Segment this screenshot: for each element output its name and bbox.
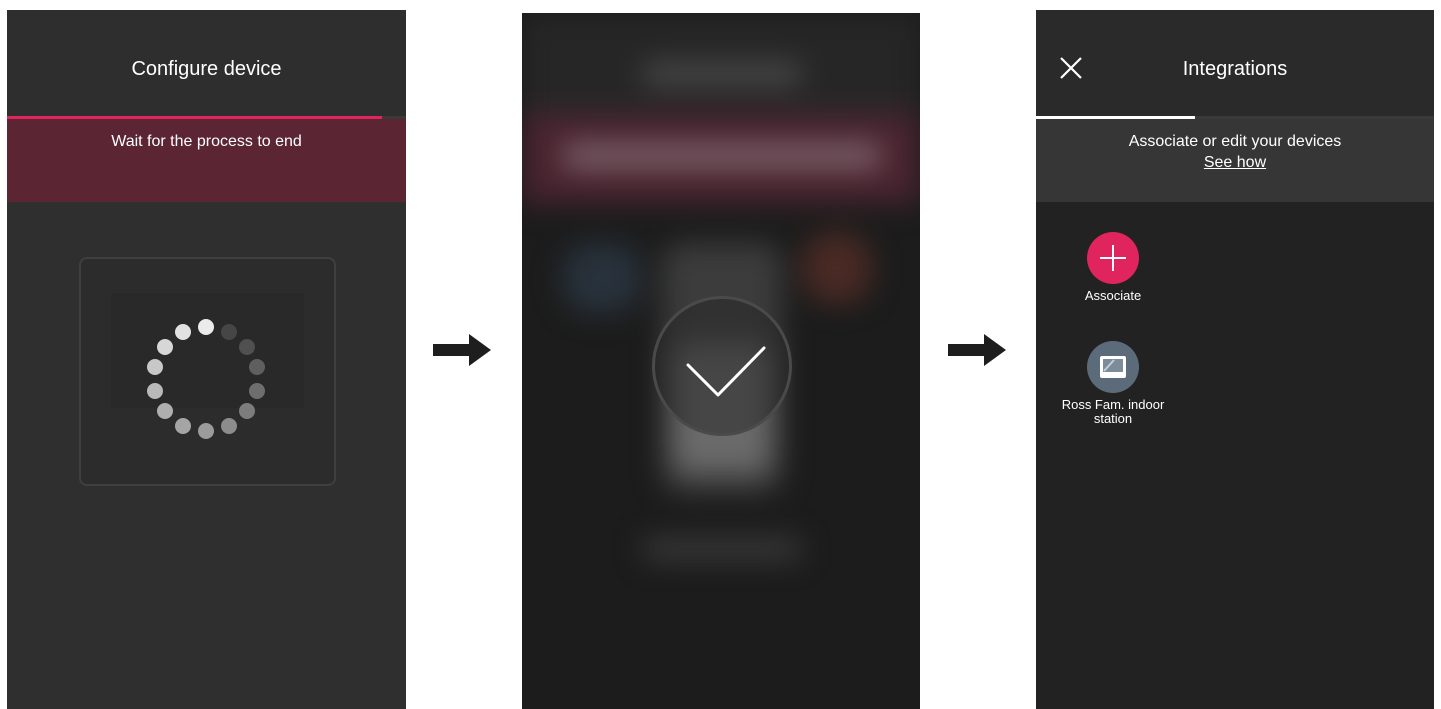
spinner-dot bbox=[157, 338, 174, 355]
device-circle[interactable] bbox=[1087, 341, 1139, 393]
spinner-dot bbox=[147, 382, 164, 399]
integrations-screen: Integrations Associate or edit your devi… bbox=[1036, 10, 1434, 709]
spinner-dot bbox=[220, 324, 237, 341]
status-text: Wait for the process to end bbox=[111, 133, 302, 150]
spinner-dot bbox=[198, 319, 214, 335]
info-text: Associate or edit your devices bbox=[1128, 133, 1342, 150]
status-banner: Wait for the process to end bbox=[7, 119, 406, 202]
associate-circle[interactable] bbox=[1087, 232, 1139, 284]
info-banner: Associate or edit your devices See how bbox=[1036, 119, 1434, 202]
loading-spinner-area bbox=[111, 293, 304, 408]
arrow-right-icon bbox=[433, 334, 491, 366]
spinner-dot bbox=[157, 403, 174, 420]
device-label: Ross Fam. indoor station bbox=[1061, 397, 1165, 426]
spinner-dot bbox=[198, 423, 214, 439]
spinner-dot bbox=[220, 417, 237, 434]
loading-card bbox=[79, 257, 336, 486]
plus-icon bbox=[1100, 245, 1126, 271]
page-title: Integrations bbox=[1182, 58, 1288, 80]
see-how-link[interactable]: See how bbox=[1036, 154, 1434, 172]
associate-label: Associate bbox=[1084, 288, 1142, 303]
indoor-station-icon bbox=[1100, 356, 1126, 378]
success-badge bbox=[652, 296, 792, 436]
configure-device-screen: Configure device Wait for the process to… bbox=[7, 10, 406, 709]
header: Integrations bbox=[1036, 10, 1434, 116]
arrow-right-icon bbox=[948, 334, 1006, 366]
spinner-dot bbox=[238, 338, 255, 355]
page-title: Configure device bbox=[131, 58, 282, 80]
checkmark-icon bbox=[686, 346, 766, 397]
success-screen bbox=[522, 13, 920, 709]
associate-button[interactable]: Associate bbox=[1053, 232, 1173, 303]
spinner-dot bbox=[238, 403, 255, 420]
spinner-dot bbox=[248, 382, 265, 399]
header: Configure device bbox=[7, 10, 406, 116]
device-item-indoor-station[interactable]: Ross Fam. indoor station bbox=[1053, 341, 1173, 426]
spinner-dot bbox=[175, 417, 192, 434]
